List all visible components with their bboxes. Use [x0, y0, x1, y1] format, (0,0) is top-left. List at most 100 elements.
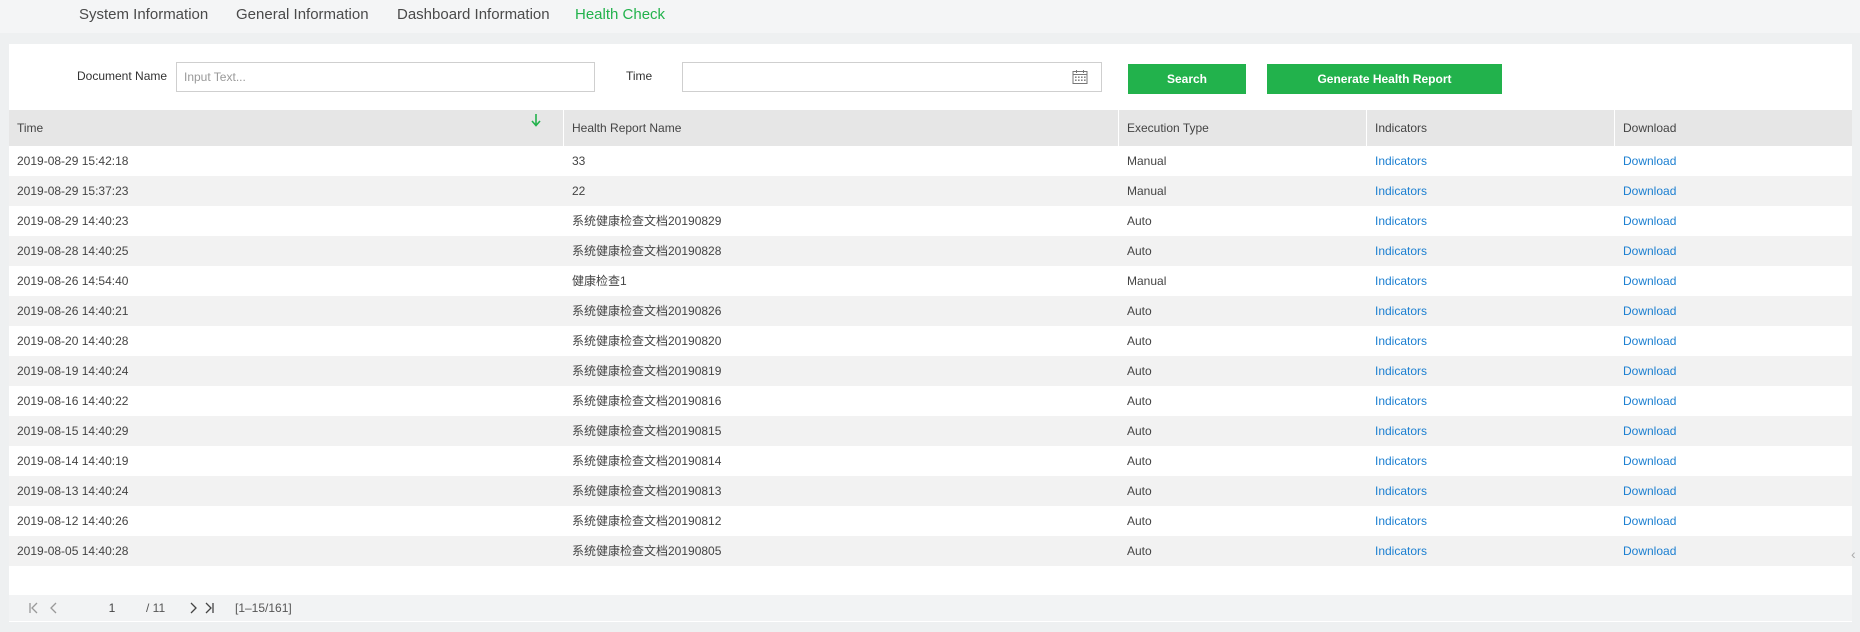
pagination-bar: / 11 [1–15/161] [9, 595, 1852, 621]
cell-execution-type: Auto [1127, 394, 1152, 408]
cell-report-name: 健康检查1 [572, 274, 627, 288]
table-row: 2019-08-29 15:42:18 33 Manual Indicators Dow… [9, 146, 1852, 176]
table-header: Time Health Report Name Execution Type I… [9, 110, 1852, 146]
arrow-down-icon[interactable] [530, 112, 542, 128]
download-link[interactable]: Download [1615, 236, 1676, 266]
cell-report-name: 系统健康检查文档20190819 [572, 364, 722, 378]
cell-time: 2019-08-19 14:40:24 [17, 364, 129, 378]
indicators-link[interactable]: Indicators [1367, 206, 1427, 236]
indicators-link[interactable]: Indicators [1367, 266, 1427, 296]
cell-execution-type: Auto [1127, 514, 1152, 528]
table-row: 2019-08-14 14:40:19 系统健康检查文档20190814 Auto I… [9, 446, 1852, 476]
column-header-indicators[interactable]: Indicators [1367, 110, 1615, 146]
cell-report-name: 系统健康检查文档20190813 [572, 484, 722, 498]
download-link[interactable]: Download [1615, 476, 1676, 506]
cell-time: 2019-08-05 14:40:28 [17, 544, 129, 558]
column-header-download[interactable]: Download [1615, 110, 1852, 146]
download-link[interactable]: Download [1615, 146, 1676, 176]
cell-execution-type: Auto [1127, 484, 1152, 498]
table-row: 2019-08-28 14:40:25 系统健康检查文档20190828 Auto I… [9, 236, 1852, 266]
search-button[interactable]: Search [1128, 64, 1246, 94]
indicators-link[interactable]: Indicators [1367, 386, 1427, 416]
cell-time: 2019-08-15 14:40:29 [17, 424, 129, 438]
download-link[interactable]: Download [1615, 206, 1676, 236]
document-name-input[interactable] [176, 62, 595, 92]
cell-report-name: 系统健康检查文档20190820 [572, 334, 722, 348]
download-link[interactable]: Download [1615, 326, 1676, 356]
indicators-link[interactable]: Indicators [1367, 446, 1427, 476]
calendar-icon[interactable] [1072, 69, 1088, 85]
download-link[interactable]: Download [1615, 356, 1676, 386]
indicators-link[interactable]: Indicators [1367, 476, 1427, 506]
download-link[interactable]: Download [1615, 416, 1676, 446]
table-row: 2019-08-29 14:40:23 系统健康检查文档20190829 Auto I… [9, 206, 1852, 236]
previous-page-icon[interactable] [47, 600, 61, 616]
cell-time: 2019-08-29 14:40:23 [17, 214, 129, 228]
cell-report-name: 系统健康检查文档20190805 [572, 544, 722, 558]
download-link[interactable]: Download [1615, 536, 1676, 566]
column-header-health-report-name[interactable]: Health Report Name [564, 110, 1119, 146]
table-row: 2019-08-12 14:40:26 系统健康检查文档20190812 Auto I… [9, 506, 1852, 536]
cell-execution-type: Auto [1127, 424, 1152, 438]
cell-time: 2019-08-14 14:40:19 [17, 454, 129, 468]
table-row: 2019-08-29 15:37:23 22 Manual Indicators Dow… [9, 176, 1852, 206]
table-body: 2019-08-29 15:42:18 33 Manual Indicators Dow… [9, 146, 1852, 566]
cell-execution-type: Manual [1127, 274, 1167, 288]
tab-system-information[interactable]: System Information [79, 6, 208, 23]
column-header-execution-type[interactable]: Execution Type [1119, 110, 1367, 146]
table-row: 2019-08-20 14:40:28 系统健康检查文档20190820 Auto I… [9, 326, 1852, 356]
tab-dashboard-information[interactable]: Dashboard Information [397, 6, 550, 23]
indicators-link[interactable]: Indicators [1367, 236, 1427, 266]
cell-report-name: 系统健康检查文档20190816 [572, 394, 722, 408]
indicators-link[interactable]: Indicators [1367, 506, 1427, 536]
cell-execution-type: Auto [1127, 454, 1152, 468]
next-page-icon[interactable] [186, 600, 200, 616]
last-page-icon[interactable] [202, 600, 216, 616]
cell-time: 2019-08-26 14:54:40 [17, 274, 129, 288]
health-check-panel: Document Name Time Search Generate Healt… [9, 44, 1852, 622]
tab-health-check[interactable]: Health Check [575, 6, 665, 23]
page-number-input[interactable] [87, 597, 137, 619]
generate-health-report-button[interactable]: Generate Health Report [1267, 64, 1502, 94]
cell-execution-type: Auto [1127, 334, 1152, 348]
download-link[interactable]: Download [1615, 296, 1676, 326]
cell-execution-type: Auto [1127, 364, 1152, 378]
health-report-table: Time Health Report Name Execution Type I… [9, 110, 1852, 566]
cell-time: 2019-08-20 14:40:28 [17, 334, 129, 348]
cell-report-name: 系统健康检查文档20190826 [572, 304, 722, 318]
table-row: 2019-08-26 14:54:40 健康检查1 Manual Indicators… [9, 266, 1852, 296]
indicators-link[interactable]: Indicators [1367, 416, 1427, 446]
filter-bar: Document Name Time Search Generate Healt… [9, 44, 1852, 110]
time-range-input[interactable] [682, 62, 1102, 92]
download-link[interactable]: Download [1615, 386, 1676, 416]
indicators-link[interactable]: Indicators [1367, 176, 1427, 206]
indicators-link[interactable]: Indicators [1367, 296, 1427, 326]
indicators-link[interactable]: Indicators [1367, 146, 1427, 176]
cell-execution-type: Auto [1127, 304, 1152, 318]
table-row: 2019-08-15 14:40:29 系统健康检查文档20190815 Auto I… [9, 416, 1852, 446]
column-header-time[interactable]: Time [9, 110, 564, 146]
download-link[interactable]: Download [1615, 446, 1676, 476]
cell-time: 2019-08-12 14:40:26 [17, 514, 129, 528]
table-row: 2019-08-16 14:40:22 系统健康检查文档20190816 Auto I… [9, 386, 1852, 416]
indicators-link[interactable]: Indicators [1367, 536, 1427, 566]
indicators-link[interactable]: Indicators [1367, 326, 1427, 356]
top-navigation: System Information General Information D… [0, 0, 1860, 33]
table-row: 2019-08-26 14:40:21 系统健康检查文档20190826 Auto I… [9, 296, 1852, 326]
cell-time: 2019-08-29 15:37:23 [17, 184, 129, 198]
cell-execution-type: Auto [1127, 214, 1152, 228]
cell-report-name: 系统健康检查文档20190828 [572, 244, 722, 258]
cell-time: 2019-08-28 14:40:25 [17, 244, 129, 258]
cell-execution-type: Manual [1127, 154, 1167, 168]
time-label: Time [626, 69, 653, 83]
tab-general-information[interactable]: General Information [236, 6, 369, 23]
download-link[interactable]: Download [1615, 266, 1676, 296]
first-page-icon[interactable] [27, 600, 41, 616]
collapse-chevron-icon[interactable]: ‹ [1851, 546, 1856, 562]
download-link[interactable]: Download [1615, 506, 1676, 536]
indicators-link[interactable]: Indicators [1367, 356, 1427, 386]
record-range-label: [1–15/161] [235, 601, 292, 615]
cell-report-name: 33 [572, 154, 586, 168]
download-link[interactable]: Download [1615, 176, 1676, 206]
cell-report-name: 系统健康检查文档20190814 [572, 454, 722, 468]
